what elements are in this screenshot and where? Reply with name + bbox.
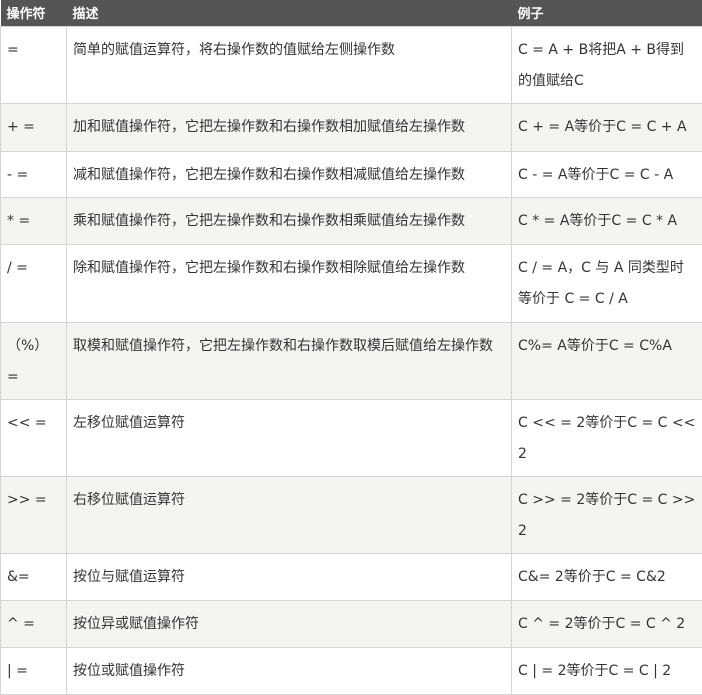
- cell-example: C | = 2等价于C = C | 2: [512, 647, 702, 694]
- cell-description: 右移位赋值运算符: [67, 476, 512, 553]
- cell-operator: - =: [1, 151, 67, 197]
- cell-operator: | =: [1, 647, 67, 694]
- cell-description: 按位或赋值操作符: [67, 647, 512, 694]
- cell-operator: &=: [1, 553, 67, 600]
- cell-description: 除和赋值操作符，它把左操作数和右操作数相除赋值给左操作数: [67, 244, 512, 322]
- cell-operator: * =: [1, 197, 67, 244]
- cell-example: C * = A等价于C = C * A: [512, 197, 702, 244]
- table-row: << = 左移位赋值运算符 C << = 2等价于C = C << 2: [1, 399, 702, 476]
- cell-example: C << = 2等价于C = C << 2: [512, 399, 702, 476]
- table-row: = 简单的赋值运算符，将右操作数的值赋给左侧操作数 C = A + B将把A +…: [1, 26, 702, 103]
- cell-description: 乘和赋值操作符，它把左操作数和右操作数相乘赋值给左操作数: [67, 197, 512, 244]
- cell-description: 减和赋值操作符，它把左操作数和右操作数相减赋值给左操作数: [67, 151, 512, 197]
- cell-operator: + =: [1, 103, 67, 151]
- cell-operator: ^ =: [1, 600, 67, 647]
- cell-operator: =: [1, 26, 67, 103]
- cell-description: 简单的赋值运算符，将右操作数的值赋给左侧操作数: [67, 26, 512, 103]
- cell-operator: / =: [1, 244, 67, 322]
- table-row: | = 按位或赋值操作符 C | = 2等价于C = C | 2: [1, 647, 702, 694]
- header-operator: 操作符: [1, 0, 67, 26]
- cell-example: C%= A等价于C = C%A: [512, 322, 702, 399]
- cell-example: C ^ = 2等价于C = C ^ 2: [512, 600, 702, 647]
- cell-example: C / = A，C 与 A 同类型时等价于 C = C / A: [512, 244, 702, 322]
- table-row: >> = 右移位赋值运算符 C >> = 2等价于C = C >> 2: [1, 476, 702, 553]
- table-row: （%）= 取模和赋值操作符，它把左操作数和右操作数取模后赋值给左操作数 C%= …: [1, 322, 702, 399]
- table-row: ^ = 按位异或赋值操作符 C ^ = 2等价于C = C ^ 2: [1, 600, 702, 647]
- table-body: = 简单的赋值运算符，将右操作数的值赋给左侧操作数 C = A + B将把A +…: [1, 26, 702, 694]
- table-row: * = 乘和赋值操作符，它把左操作数和右操作数相乘赋值给左操作数 C * = A…: [1, 197, 702, 244]
- operators-table: 操作符 描述 例子 = 简单的赋值运算符，将右操作数的值赋给左侧操作数 C = …: [0, 0, 702, 695]
- cell-description: 取模和赋值操作符，它把左操作数和右操作数取模后赋值给左操作数: [67, 322, 512, 399]
- header-description: 描述: [67, 0, 512, 26]
- cell-example: C&= 2等价于C = C&2: [512, 553, 702, 600]
- cell-description: 加和赋值操作符，它把左操作数和右操作数相加赋值给左操作数: [67, 103, 512, 151]
- cell-operator: >> =: [1, 476, 67, 553]
- cell-description: 左移位赋值运算符: [67, 399, 512, 476]
- table-row: + = 加和赋值操作符，它把左操作数和右操作数相加赋值给左操作数 C + = A…: [1, 103, 702, 151]
- cell-description: 按位与赋值运算符: [67, 553, 512, 600]
- cell-example: C + = A等价于C = C + A: [512, 103, 702, 151]
- cell-operator: （%）=: [1, 322, 67, 399]
- table-row: &= 按位与赋值运算符 C&= 2等价于C = C&2: [1, 553, 702, 600]
- table-row: - = 减和赋值操作符，它把左操作数和右操作数相减赋值给左操作数 C - = A…: [1, 151, 702, 197]
- table-header-row: 操作符 描述 例子: [1, 0, 702, 26]
- cell-example: C = A + B将把A + B得到的值赋给C: [512, 26, 702, 103]
- cell-example: C - = A等价于C = C - A: [512, 151, 702, 197]
- table-row: / = 除和赋值操作符，它把左操作数和右操作数相除赋值给左操作数 C / = A…: [1, 244, 702, 322]
- cell-example: C >> = 2等价于C = C >> 2: [512, 476, 702, 553]
- header-example: 例子: [512, 0, 702, 26]
- cell-operator: << =: [1, 399, 67, 476]
- cell-description: 按位异或赋值操作符: [67, 600, 512, 647]
